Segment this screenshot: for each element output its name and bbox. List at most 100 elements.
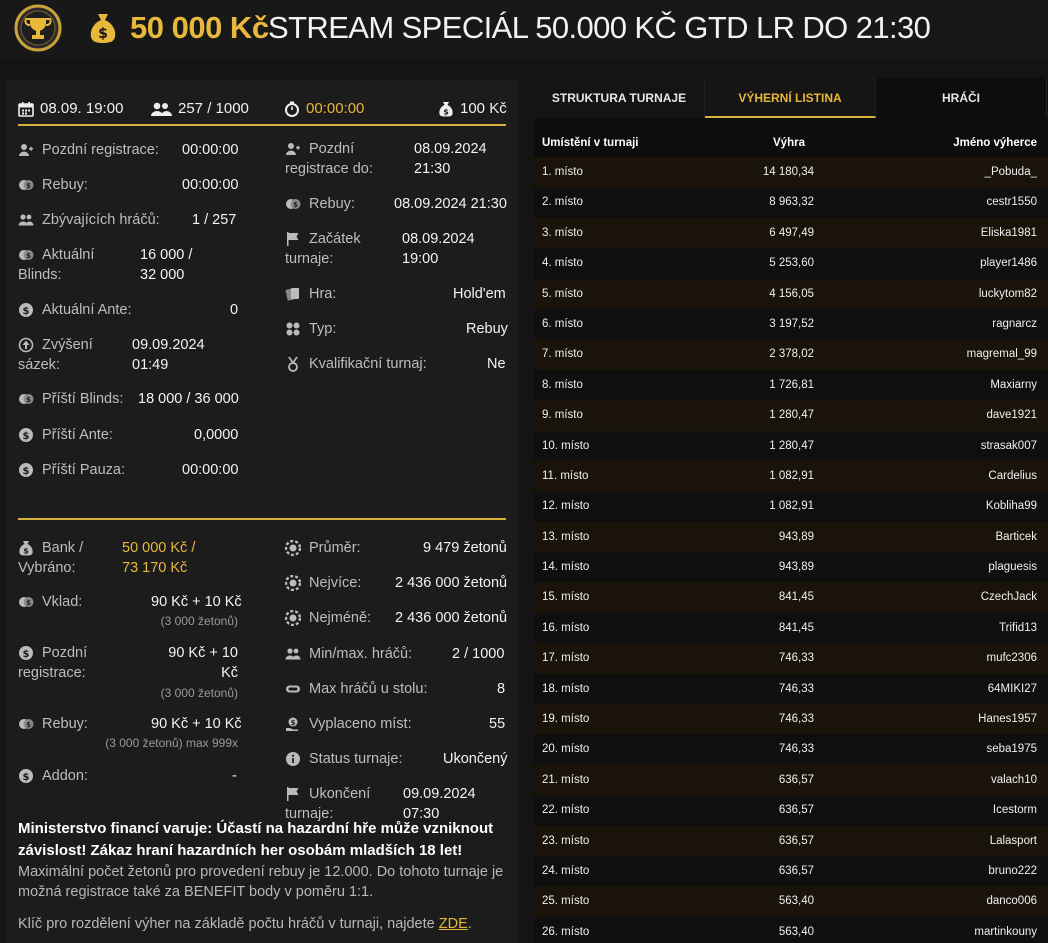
countdown-timer: 00:00:00 (284, 100, 364, 117)
prize-cell: 563,40 (778, 895, 814, 908)
winner-cell: cestr1550 (986, 196, 1037, 209)
arrow-up-circle-icon (18, 337, 34, 353)
prize-cell: 2 378,02 (769, 348, 814, 361)
table-row: 18. místo 746,33 64MIKI27 (534, 673, 1048, 705)
place-cell: 3. místo (542, 226, 583, 239)
winner-cell: Trifid13 (999, 621, 1037, 634)
table-row: 3. místo 6 497,49 Eliska1981 (534, 217, 1048, 249)
place-cell: 18. místo (542, 682, 590, 695)
table-row: 4. místo 5 253,60 player1486 (534, 248, 1048, 279)
money-bag-icon: $ (438, 101, 454, 117)
place-cell: 6. místo (542, 317, 583, 330)
winner-cell: CzechJack (980, 591, 1037, 604)
table-row: 13. místo 943,89 Barticek (534, 521, 1048, 553)
coins-icon: $ (18, 247, 34, 263)
tab-players[interactable]: HRÁČI (876, 78, 1047, 118)
winner-cell: ragnarcz (992, 317, 1037, 330)
start-date: 08.09. 19:00 (18, 100, 123, 117)
header-amount: 50 000 Kč (130, 10, 269, 45)
winner-cell: danco006 (986, 895, 1037, 908)
money-bag-icon: $ (18, 540, 34, 556)
winner-cell: player1486 (980, 257, 1037, 270)
tab-structure[interactable]: STRUKTURA TURNAJE (534, 78, 705, 118)
prize-key-note: Klíč pro rozdělení výher na základě počt… (18, 916, 472, 932)
place-cell: 9. místo (542, 409, 583, 422)
gambling-warning: Ministerstvo financí varuje: Účastí na h… (18, 820, 494, 859)
table-row: 12. místo 1 082,91 Kobliha99 (534, 491, 1048, 522)
dollar-circle-icon: $ (18, 645, 34, 661)
medal-icon (285, 356, 301, 372)
table-row: 19. místo 746,33 Hanes1957 (534, 704, 1048, 735)
svg-text:$: $ (26, 252, 31, 260)
svg-text:$: $ (293, 201, 298, 209)
svg-text:$: $ (26, 396, 31, 404)
winner-cell: mufc2306 (986, 652, 1037, 665)
users-icon (150, 101, 172, 117)
place-cell: 12. místo (542, 500, 590, 513)
table-row: 6. místo 3 197,52 ragnarcz (534, 308, 1048, 340)
table-row: 2. místo 8 963,32 cestr1550 (534, 187, 1048, 218)
trophy-icon (14, 4, 62, 52)
money-bag-icon: $ (90, 14, 116, 43)
table-icon (285, 681, 301, 697)
prize-cell: 841,45 (778, 621, 814, 634)
column-header-place: Umístění v turnaji (542, 137, 639, 149)
flag-icon (285, 786, 301, 802)
prize-cell: 636,57 (778, 804, 814, 817)
tournament-info-panel: 08.09. 19:00 257 / 1000 00:00:00 $ 100 K… (6, 80, 518, 943)
svg-text:$: $ (26, 182, 31, 190)
winner-cell: Cardelius (988, 469, 1037, 482)
place-cell: 5. místo (542, 287, 583, 300)
winner-cell: Hanes1957 (978, 713, 1037, 726)
winner-cell: valach10 (990, 773, 1037, 786)
place-cell: 24. místo (542, 864, 590, 877)
coins-icon: $ (285, 196, 301, 212)
prize-cell: 1 082,91 (769, 500, 814, 513)
place-cell: 8. místo (542, 378, 583, 391)
coins-icon: $ (18, 594, 34, 610)
winner-cell: bruno222 (988, 864, 1037, 877)
table-row: 9. místo 1 280,47 dave1921 (534, 400, 1048, 431)
svg-text:$: $ (23, 772, 30, 783)
svg-text:$: $ (26, 599, 31, 607)
prize-key-link[interactable]: ZDE (439, 916, 468, 932)
prize-cell: 636,57 (778, 834, 814, 847)
results-panel: STRUKTURA TURNAJE VÝHERNÍ LISTINA HRÁČI … (534, 78, 1048, 943)
place-cell: 22. místo (542, 804, 590, 817)
prize-cell: 746,33 (778, 682, 814, 695)
coins-icon: $ (18, 391, 34, 407)
prize-cell: 746,33 (778, 713, 814, 726)
winner-cell: Eliska1981 (980, 226, 1037, 239)
dollar-circle-icon: $ (18, 768, 34, 784)
place-cell: 20. místo (542, 743, 590, 756)
winner-cell: _Pobuda_ (984, 166, 1037, 178)
prize-cell: 1 082,91 (769, 469, 814, 482)
rebuy-note: Maximální počet žetonů pro provedení reb… (18, 864, 504, 900)
coins-icon: $ (18, 177, 34, 193)
prize-cell: 943,89 (778, 561, 814, 574)
prize-cell: 636,57 (778, 773, 814, 786)
place-cell: 16. místo (542, 621, 590, 634)
table-row: 21. místo 636,57 valach10 (534, 764, 1048, 796)
winner-cell: dave1921 (986, 409, 1037, 422)
prize-cell: 4 156,05 (769, 287, 814, 300)
prize-cell: 1 280,47 (769, 409, 814, 422)
svg-text:$: $ (23, 547, 29, 556)
table-row: 14. místo 943,89 plaguesis (534, 552, 1048, 583)
prize-table-body: 1. místo 14 180,34 _Pobuda_ 2. místo 8 963,3… (534, 157, 1048, 943)
tab-prize-list[interactable]: VÝHERNÍ LISTINA (705, 78, 876, 118)
prize-cell: 6 497,49 (769, 226, 814, 239)
svg-text:$: $ (443, 107, 449, 116)
place-cell: 15. místo (542, 591, 590, 604)
table-row: 7. místo 2 378,02 magremal_99 (534, 339, 1048, 370)
table-row: 15. místo 841,45 CzechJack (534, 582, 1048, 613)
svg-text:$: $ (23, 649, 30, 660)
winner-cell: 64MIKI27 (987, 682, 1037, 695)
table-row: 11. místo 1 082,91 Cardelius (534, 460, 1048, 492)
table-header: Umístění v turnaji Výhra Jméno výherce (534, 134, 1048, 154)
page-header: $ 50 000 Kč STREAM SPECIÁL 50.000 KČ GTD… (0, 0, 1048, 58)
place-cell: 21. místo (542, 773, 590, 786)
prize-cell: 943,89 (778, 530, 814, 543)
winner-cell: Maxiarny (990, 378, 1037, 391)
hand-coin-icon: $ (285, 716, 301, 732)
